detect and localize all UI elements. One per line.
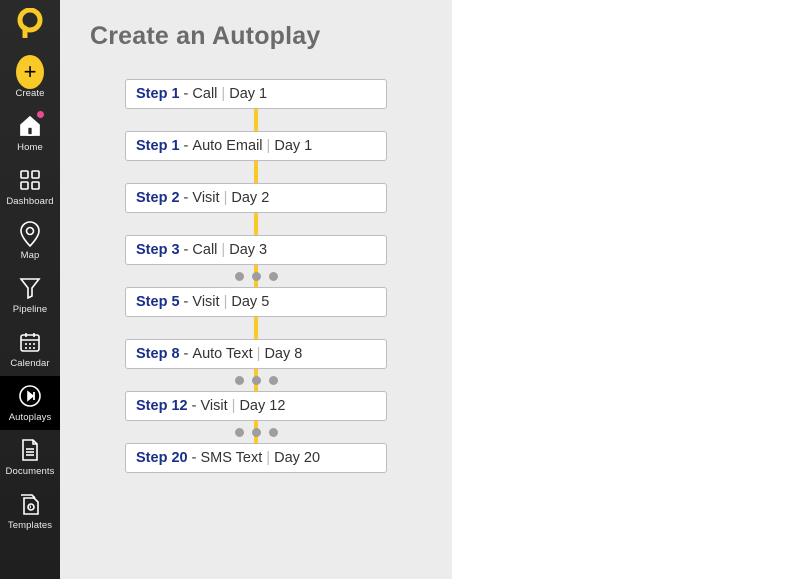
dash: - xyxy=(180,86,193,102)
step-day: Day 8 xyxy=(264,346,302,362)
step-number: Step 1 xyxy=(136,86,180,102)
step-action: Visit xyxy=(200,398,227,414)
step-number: Step 1 xyxy=(136,138,180,154)
step-card[interactable]: Step 2 - Visit | Day 2 xyxy=(125,183,387,213)
step-action: Auto Email xyxy=(192,138,262,154)
nav-label: Documents xyxy=(6,466,55,477)
step-action: SMS Text xyxy=(200,450,262,466)
step-day: Day 20 xyxy=(274,450,320,466)
step-action: Call xyxy=(192,86,217,102)
map-pin-icon xyxy=(16,220,44,248)
separator: | xyxy=(217,86,229,102)
nav-label: Templates xyxy=(8,520,52,531)
calendar-icon xyxy=(16,328,44,356)
step-day: Day 1 xyxy=(274,138,312,154)
step-action: Call xyxy=(192,242,217,258)
nav-map[interactable]: Map xyxy=(0,214,60,268)
skip-indicator xyxy=(125,369,387,391)
step-number: Step 2 xyxy=(136,190,180,206)
nav-label: Autoplays xyxy=(9,412,52,423)
step-card[interactable]: Step 1 - Call | Day 1 xyxy=(125,79,387,109)
step-day: Day 12 xyxy=(239,398,285,414)
nav-label: Map xyxy=(21,250,40,261)
separator: | xyxy=(263,138,275,154)
dash: - xyxy=(180,294,193,310)
nav-label: Calendar xyxy=(10,358,49,369)
separator: | xyxy=(253,346,265,362)
separator: | xyxy=(220,294,232,310)
document-icon xyxy=(16,436,44,464)
step-card[interactable]: Step 20 - SMS Text | Day 20 xyxy=(125,443,387,473)
step-card[interactable]: Step 1 - Auto Email | Day 1 xyxy=(125,131,387,161)
app-logo xyxy=(15,8,45,38)
step-day: Day 3 xyxy=(229,242,267,258)
nav-dashboard[interactable]: Dashboard xyxy=(0,160,60,214)
nav-create[interactable]: + Create xyxy=(0,52,60,106)
sidebar: + Create Home Dashboard xyxy=(0,0,60,579)
dash: - xyxy=(188,450,201,466)
step-number: Step 5 xyxy=(136,294,180,310)
nav-templates[interactable]: Templates xyxy=(0,484,60,538)
step-card[interactable]: Step 12 - Visit | Day 12 xyxy=(125,391,387,421)
step-day: Day 5 xyxy=(231,294,269,310)
step-day: Day 2 xyxy=(231,190,269,206)
separator: | xyxy=(220,190,232,206)
dash: - xyxy=(180,138,193,154)
dash: - xyxy=(180,242,193,258)
nav-autoplays[interactable]: Autoplays xyxy=(0,376,60,430)
separator: | xyxy=(262,450,274,466)
notification-badge xyxy=(36,110,45,119)
dash: - xyxy=(180,346,193,362)
separator: | xyxy=(228,398,240,414)
home-icon xyxy=(16,112,44,140)
step-number: Step 20 xyxy=(136,450,188,466)
step-action: Auto Text xyxy=(192,346,252,362)
funnel-icon xyxy=(16,274,44,302)
empty-right-pane xyxy=(452,0,800,579)
step-action: Visit xyxy=(192,294,219,310)
autoplay-steps: Step 1 - Call | Day 1 Step 1 - Auto Emai… xyxy=(125,79,387,473)
skip-indicator xyxy=(125,421,387,443)
nav-documents[interactable]: Documents xyxy=(0,430,60,484)
step-card[interactable]: Step 8 - Auto Text | Day 8 xyxy=(125,339,387,369)
nav-label: Create xyxy=(15,88,44,99)
step-number: Step 12 xyxy=(136,398,188,414)
page-title: Create an Autoplay xyxy=(90,22,422,51)
step-number: Step 8 xyxy=(136,346,180,362)
main-panel: Create an Autoplay Step 1 - Call | Day 1… xyxy=(60,0,452,579)
dash: - xyxy=(180,190,193,206)
nav-label: Dashboard xyxy=(6,196,53,207)
nav-pipeline[interactable]: Pipeline xyxy=(0,268,60,322)
separator: | xyxy=(217,242,229,258)
dashboard-icon xyxy=(16,166,44,194)
step-day: Day 1 xyxy=(229,86,267,102)
nav-label: Pipeline xyxy=(13,304,48,315)
step-number: Step 3 xyxy=(136,242,180,258)
step-action: Visit xyxy=(192,190,219,206)
dash: - xyxy=(188,398,201,414)
nav-label: Home xyxy=(17,142,43,153)
step-card[interactable]: Step 3 - Call | Day 3 xyxy=(125,235,387,265)
templates-icon xyxy=(16,490,44,518)
nav-calendar[interactable]: Calendar xyxy=(0,322,60,376)
plus-icon: + xyxy=(16,58,44,86)
nav-home[interactable]: Home xyxy=(0,106,60,160)
autoplay-icon xyxy=(16,382,44,410)
skip-indicator xyxy=(125,265,387,287)
step-card[interactable]: Step 5 - Visit | Day 5 xyxy=(125,287,387,317)
